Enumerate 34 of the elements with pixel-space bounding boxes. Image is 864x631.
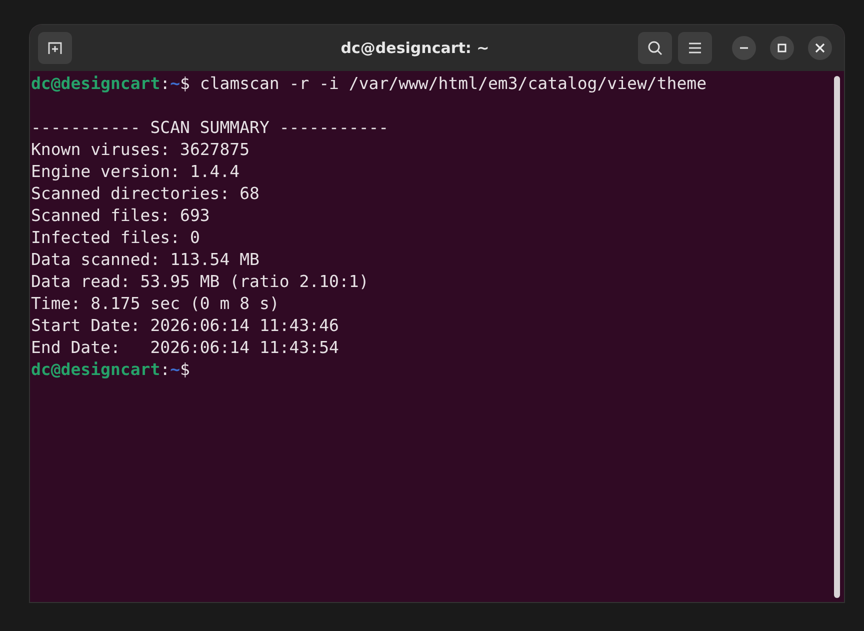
scrollbar[interactable]: [834, 76, 840, 598]
prompt-symbol: $: [180, 74, 190, 93]
window-title: dc@designcart: ~: [340, 39, 490, 57]
prompt-separator: :: [160, 74, 170, 93]
minimize-icon: [739, 47, 749, 49]
new-tab-icon: [47, 40, 63, 56]
output-line: Known viruses: 3627875: [31, 140, 250, 159]
prompt-symbol: $: [180, 360, 190, 379]
output-line: Data scanned: 113.54 MB: [31, 250, 260, 269]
output-line: Infected files: 0: [31, 228, 200, 247]
menu-button[interactable]: [678, 32, 712, 64]
command-text: clamscan -r -i /var/www/html/em3/catalog/view/theme: [198, 74, 707, 93]
output-line: ----------- SCAN SUMMARY -----------: [31, 118, 389, 137]
new-tab-button[interactable]: [38, 32, 72, 64]
menu-icon: [688, 42, 702, 54]
output-line: Data read: 53.95 MB (ratio 2.10:1): [31, 272, 369, 291]
output-line: Scanned files: 693: [31, 206, 210, 225]
maximize-button[interactable]: [770, 36, 794, 60]
prompt-user-host: dc@designcart: [31, 74, 160, 93]
prompt-separator: :: [160, 360, 170, 379]
output-line: Engine version: 1.4.4: [31, 162, 240, 181]
minimize-button[interactable]: [732, 36, 756, 60]
output-line: Time: 8.175 sec (0 m 8 s): [31, 294, 280, 313]
prompt-path: ~: [170, 74, 180, 93]
output-line: End Date: 2026:06:14 11:43:54: [31, 338, 339, 357]
maximize-icon: [777, 43, 787, 53]
close-icon: [815, 43, 825, 53]
prompt-user-host: dc@designcart: [31, 360, 160, 379]
search-button[interactable]: [638, 32, 672, 64]
search-icon: [647, 40, 663, 56]
prompt-path: ~: [170, 360, 180, 379]
output-line: Scanned directories: 68: [31, 184, 260, 203]
close-button[interactable]: [808, 36, 832, 60]
output-line: Start Date: 2026:06:14 11:43:46: [31, 316, 339, 335]
